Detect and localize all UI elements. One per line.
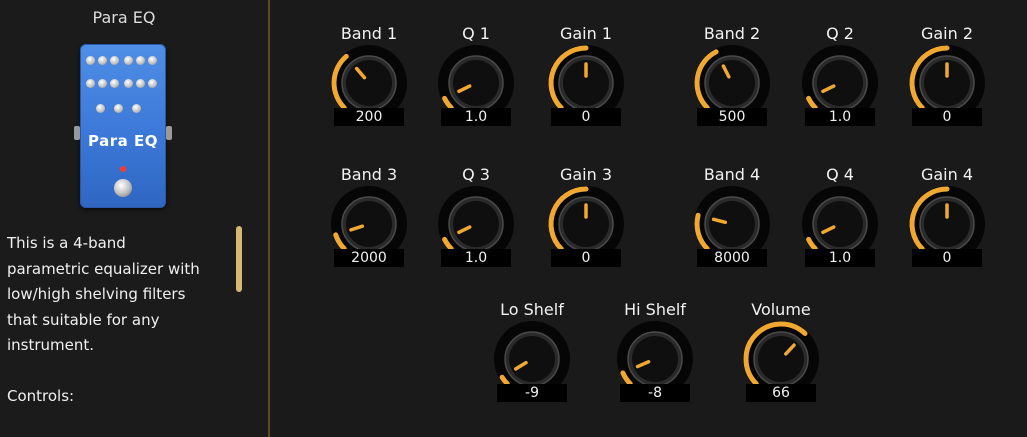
band2-value[interactable]: 500 [697, 108, 767, 126]
gain4-label: Gain 4 [920, 165, 974, 184]
q3-label: Q 3 [462, 165, 490, 184]
output-jack-icon [166, 126, 172, 140]
pedal-knob-icon [136, 56, 145, 65]
pedal-knob-icon [96, 104, 105, 113]
led-icon [120, 166, 126, 172]
band2-label: Band 2 [703, 24, 761, 43]
plugin-title: Para EQ [92, 8, 156, 27]
pedal-knob-icon [98, 79, 107, 88]
pedal-image: Para EQ [74, 44, 172, 208]
gain2-label: Gain 2 [920, 24, 974, 43]
q2-label: Q 2 [826, 24, 854, 43]
gain4-value[interactable]: 0 [912, 249, 982, 267]
description-line: This is a 4-band [7, 234, 126, 252]
controls-heading: Controls: [7, 387, 75, 405]
band4-label: Band 4 [703, 165, 761, 184]
lo-shelf-value[interactable]: -9 [497, 384, 567, 402]
pedal-name: Para EQ [88, 132, 158, 150]
volume-label: Volume [751, 300, 811, 319]
q4-label: Q 4 [826, 165, 854, 184]
hi-shelf-label: Hi Shelf [624, 300, 686, 319]
pedal-knob-icon [98, 56, 107, 65]
band3-label: Band 3 [340, 165, 398, 184]
pedal-knob-icon [136, 79, 145, 88]
lo-shelf-label: Lo Shelf [500, 300, 564, 319]
q4-value[interactable]: 1.0 [805, 249, 875, 267]
description-line: low/high shelving filters [7, 285, 186, 303]
pedal-knob-icon [124, 79, 133, 88]
pedal-knob-icon [148, 79, 157, 88]
q2-value[interactable]: 1.0 [805, 108, 875, 126]
pedal-knob-icon [124, 56, 133, 65]
gain2-value[interactable]: 0 [912, 108, 982, 126]
gain1-value[interactable]: 0 [551, 108, 621, 126]
description-line: that suitable for any [7, 310, 160, 329]
description-line: parametric equalizer with [7, 259, 200, 278]
pedal-knob-icon [114, 104, 123, 113]
pedal-knob-icon [110, 56, 119, 65]
description-line: instrument. [7, 336, 95, 354]
pedal-knob-icon [148, 56, 157, 65]
pedal-knob-icon [86, 56, 95, 65]
footswitch-icon [114, 179, 132, 197]
gain1-label: Gain 1 [559, 24, 613, 43]
gain3-value[interactable]: 0 [551, 249, 621, 267]
pedal-knob-icon [132, 104, 141, 113]
q1-value[interactable]: 1.0 [441, 108, 511, 126]
volume-value[interactable]: 66 [746, 384, 816, 402]
gain3-label: Gain 3 [559, 165, 613, 184]
panel-divider [268, 0, 270, 437]
description: This is a 4-band parametric equalizer wi… [7, 231, 229, 410]
q3-value[interactable]: 1.0 [441, 249, 511, 267]
q1-label: Q 1 [462, 24, 490, 43]
pedal-knob-icon [86, 79, 95, 88]
band4-value[interactable]: 8000 [697, 249, 767, 267]
pedal-knob-icon [110, 79, 119, 88]
band1-label: Band 1 [340, 24, 398, 43]
sidebar: Para EQ Para EQ This is a 4-band paramet… [0, 0, 268, 437]
band3-value[interactable]: 2000 [334, 249, 404, 267]
hi-shelf-value[interactable]: -8 [620, 384, 690, 402]
band1-value[interactable]: 200 [334, 108, 404, 126]
description-scrollbar[interactable] [236, 226, 242, 292]
